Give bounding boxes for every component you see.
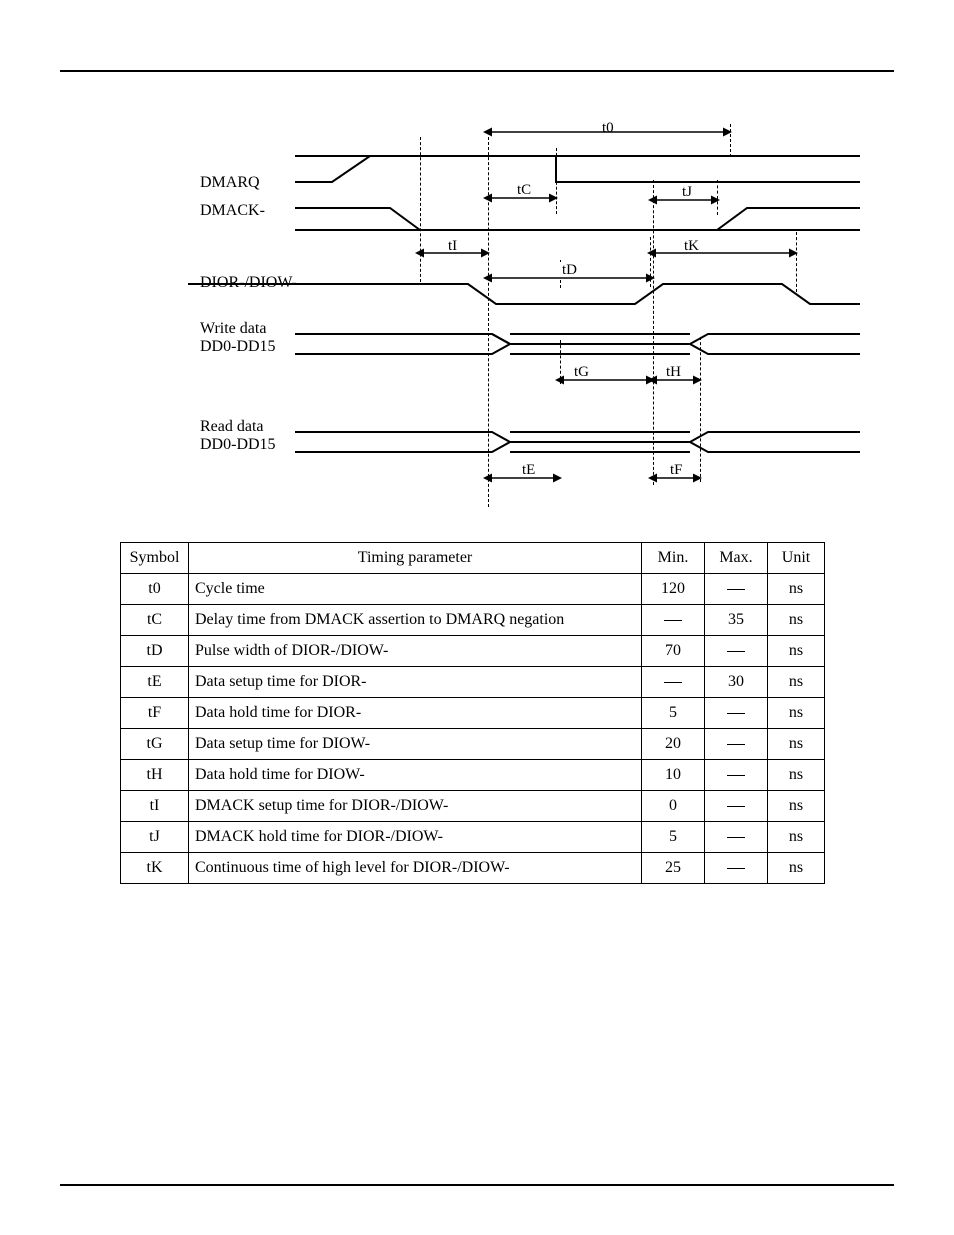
cell-unit: ns bbox=[768, 574, 825, 605]
table-row: t0Cycle time120 ns bbox=[121, 574, 825, 605]
cell-symbol: tF bbox=[121, 698, 189, 729]
cell-symbol: tC bbox=[121, 605, 189, 636]
th-symbol: Symbol bbox=[121, 543, 189, 574]
timing-diagram: DMARQ DMACK- DIOR-/DIOW- Write data DD0-… bbox=[100, 112, 854, 532]
th-param: Timing parameter bbox=[189, 543, 642, 574]
cell-param: Delay time from DMACK assertion to DMARQ… bbox=[189, 605, 642, 636]
cell-max: 30 bbox=[705, 667, 768, 698]
waveforms bbox=[100, 112, 860, 512]
cell-symbol: t0 bbox=[121, 574, 189, 605]
cell-param: Continuous time of high level for DIOR-/… bbox=[189, 853, 642, 884]
cell-min: 5 bbox=[642, 698, 705, 729]
cell-max bbox=[705, 791, 768, 822]
cell-param: Data hold time for DIOW- bbox=[189, 760, 642, 791]
table-header-row: Symbol Timing parameter Min. Max. Unit bbox=[121, 543, 825, 574]
cell-param: Data setup time for DIOW- bbox=[189, 729, 642, 760]
cell-max bbox=[705, 729, 768, 760]
cell-unit: ns bbox=[768, 791, 825, 822]
table-row: tGData setup time for DIOW-20 ns bbox=[121, 729, 825, 760]
cell-max bbox=[705, 853, 768, 884]
cell-unit: ns bbox=[768, 760, 825, 791]
cell-min: 0 bbox=[642, 791, 705, 822]
cell-min bbox=[642, 605, 705, 636]
th-max: Max. bbox=[705, 543, 768, 574]
timing-table: Symbol Timing parameter Min. Max. Unit t… bbox=[120, 542, 825, 884]
cell-unit: ns bbox=[768, 667, 825, 698]
cell-max bbox=[705, 760, 768, 791]
cell-unit: ns bbox=[768, 636, 825, 667]
th-unit: Unit bbox=[768, 543, 825, 574]
table-row: tDPulse width of DIOR-/DIOW-70 ns bbox=[121, 636, 825, 667]
cell-max bbox=[705, 822, 768, 853]
cell-symbol: tD bbox=[121, 636, 189, 667]
cell-unit: ns bbox=[768, 605, 825, 636]
th-min: Min. bbox=[642, 543, 705, 574]
cell-max bbox=[705, 574, 768, 605]
cell-min: 25 bbox=[642, 853, 705, 884]
cell-max bbox=[705, 698, 768, 729]
table-row: tCDelay time from DMACK assertion to DMA… bbox=[121, 605, 825, 636]
cell-symbol: tH bbox=[121, 760, 189, 791]
cell-param: Cycle time bbox=[189, 574, 642, 605]
table-row: tIDMACK setup time for DIOR-/DIOW-0 ns bbox=[121, 791, 825, 822]
cell-min: 10 bbox=[642, 760, 705, 791]
cell-unit: ns bbox=[768, 729, 825, 760]
cell-unit: ns bbox=[768, 853, 825, 884]
cell-symbol: tJ bbox=[121, 822, 189, 853]
cell-min: 20 bbox=[642, 729, 705, 760]
cell-symbol: tE bbox=[121, 667, 189, 698]
cell-param: DMACK hold time for DIOR-/DIOW- bbox=[189, 822, 642, 853]
cell-param: Data hold time for DIOR- bbox=[189, 698, 642, 729]
table-row: tJDMACK hold time for DIOR-/DIOW-5 ns bbox=[121, 822, 825, 853]
cell-min: 5 bbox=[642, 822, 705, 853]
cell-symbol: tG bbox=[121, 729, 189, 760]
cell-max: 35 bbox=[705, 605, 768, 636]
cell-min bbox=[642, 667, 705, 698]
cell-symbol: tI bbox=[121, 791, 189, 822]
cell-max bbox=[705, 636, 768, 667]
cell-param: DMACK setup time for DIOR-/DIOW- bbox=[189, 791, 642, 822]
table-row: tFData hold time for DIOR-5 ns bbox=[121, 698, 825, 729]
table-row: tHData hold time for DIOW-10 ns bbox=[121, 760, 825, 791]
cell-min: 70 bbox=[642, 636, 705, 667]
cell-param: Data setup time for DIOR- bbox=[189, 667, 642, 698]
cell-min: 120 bbox=[642, 574, 705, 605]
table-row: tEData setup time for DIOR- 30ns bbox=[121, 667, 825, 698]
cell-unit: ns bbox=[768, 698, 825, 729]
cell-unit: ns bbox=[768, 822, 825, 853]
cell-param: Pulse width of DIOR-/DIOW- bbox=[189, 636, 642, 667]
table-row: tKContinuous time of high level for DIOR… bbox=[121, 853, 825, 884]
cell-symbol: tK bbox=[121, 853, 189, 884]
